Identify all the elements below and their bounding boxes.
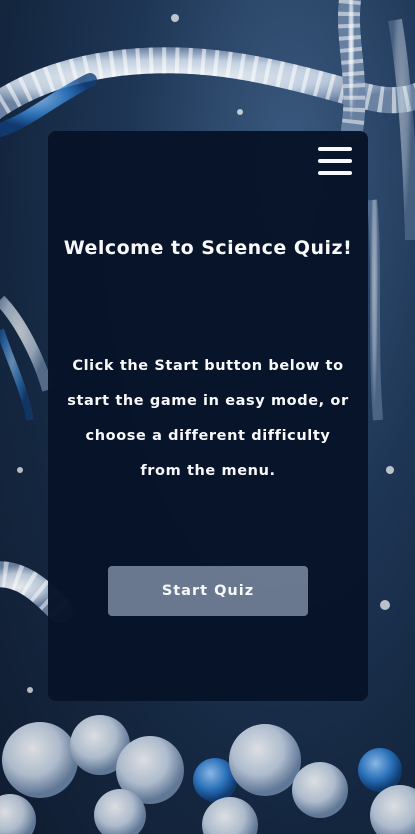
menu-bar-top [318,147,352,151]
page-title: Welcome to Science Quiz! [63,237,353,259]
menu-bar-middle [318,159,352,163]
menu-bar-bottom [318,171,352,175]
instructions-text: Click the Start button below to start th… [67,358,349,479]
hamburger-menu-icon[interactable] [318,147,352,175]
quiz-card: Welcome to Science Quiz! Click the Start… [48,131,368,701]
start-quiz-button[interactable]: Start Quiz [108,566,308,616]
